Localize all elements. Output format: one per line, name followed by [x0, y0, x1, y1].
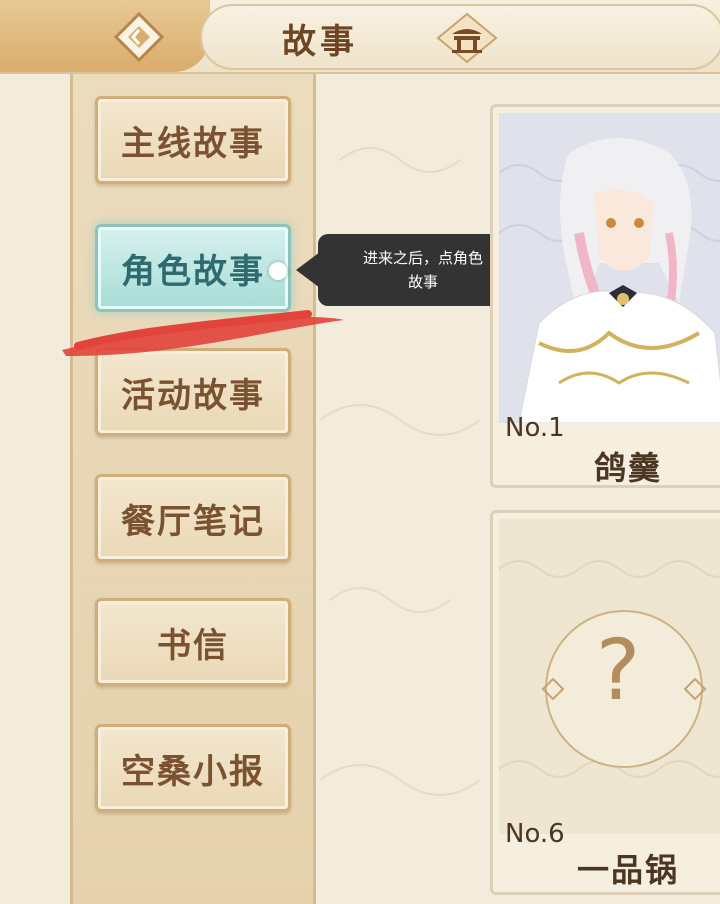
question-mark-icon: ? — [595, 621, 641, 719]
card-character-name: 一品锅 — [576, 851, 679, 889]
sidebar-item-label: 餐厅笔记 — [121, 501, 265, 542]
card-character-name: 鸽羹 — [593, 449, 662, 487]
sidebar-item-letters[interactable]: 书信 — [95, 598, 291, 686]
character-portrait — [499, 113, 720, 423]
sidebar-item-label: 活动故事 — [121, 375, 265, 416]
sidebar-item-label: 主线故事 — [121, 123, 265, 164]
page-title: 故事 — [282, 22, 358, 62]
back-tab — [0, 0, 210, 72]
character-card[interactable]: No.1 鸽羹 — [490, 104, 720, 488]
sidebar-item-restaurant-notes[interactable]: 餐厅笔记 — [95, 474, 291, 562]
tooltip-arrow — [296, 252, 320, 288]
sidebar-item-label: 空桑小报 — [121, 751, 265, 792]
card-number: No.1 — [505, 413, 565, 443]
header-bar: 故事 — [0, 0, 720, 74]
sidebar-item-character-story[interactable]: 角色故事 — [95, 224, 291, 312]
back-arrow-icon[interactable] — [108, 8, 170, 66]
red-scribble-mark — [62, 310, 344, 356]
pavilion-home-icon[interactable] — [434, 12, 500, 64]
sidebar-item-newspaper[interactable]: 空桑小报 — [95, 724, 291, 812]
sidebar-item-label: 书信 — [157, 625, 229, 666]
sidebar-item-main-story[interactable]: 主线故事 — [95, 96, 291, 184]
tap-indicator-dot — [269, 262, 287, 280]
character-card[interactable]: ? No.6 一品锅 — [490, 510, 720, 895]
story-category-sidebar: 主线故事 角色故事 活动故事 餐厅笔记 书信 空桑小报 — [70, 74, 316, 904]
sidebar-item-label: 角色故事 — [121, 251, 265, 292]
